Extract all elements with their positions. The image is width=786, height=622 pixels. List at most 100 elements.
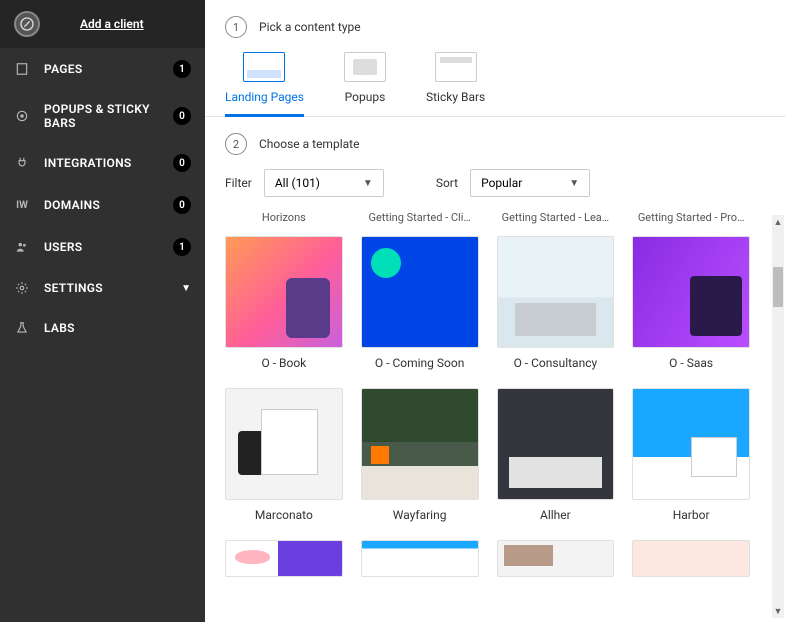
- sort-label: Sort: [436, 176, 458, 190]
- template-name: Wayfaring: [361, 508, 479, 522]
- content-type-tabs: Landing Pages Popups Sticky Bars: [205, 38, 786, 117]
- nav-badge: 1: [173, 60, 191, 78]
- main-content: 1 Pick a content type Landing Pages Popu…: [205, 0, 786, 622]
- globe-icon: IW: [14, 197, 30, 213]
- nav-label: PAGES: [44, 62, 173, 76]
- template-gallery[interactable]: Horizons Getting Started - Cli… Getting St…: [205, 211, 770, 622]
- chevron-down-icon: ▼: [181, 283, 191, 294]
- template-card[interactable]: O - Consultancy: [497, 236, 615, 370]
- step-label: Choose a template: [259, 137, 359, 151]
- template-card[interactable]: [632, 540, 750, 577]
- sidebar-item-popups-sticky-bars[interactable]: POPUPS & STICKY BARS 0: [0, 90, 205, 142]
- step-number: 1: [225, 16, 247, 38]
- sidebar-header: Add a client: [0, 0, 205, 48]
- template-thumbnail: [361, 236, 479, 348]
- nav-badge: 0: [173, 196, 191, 214]
- filter-select[interactable]: All (101) ▼: [264, 169, 384, 197]
- tab-landing-pages[interactable]: Landing Pages: [225, 52, 304, 117]
- template-gallery-wrap: Horizons Getting Started - Cli… Getting St…: [205, 211, 786, 622]
- template-grid: O - Book O - Coming Soon O - Consultancy O …: [225, 236, 750, 577]
- step-2-row: 2 Choose a template: [205, 117, 786, 155]
- sidebar-item-labs[interactable]: LABS: [0, 308, 205, 348]
- template-thumbnail: [632, 540, 750, 577]
- tab-label: Sticky Bars: [426, 90, 485, 104]
- nav-badge: 1: [173, 238, 191, 256]
- chevron-down-icon: ▼: [569, 178, 579, 189]
- template-name: Horizons: [225, 211, 343, 224]
- tab-thumb-icon: [435, 52, 477, 82]
- filter-value: All (101): [275, 176, 320, 190]
- sidebar-item-pages[interactable]: PAGES 1: [0, 48, 205, 90]
- template-thumbnail: [497, 236, 615, 348]
- template-card[interactable]: Allher: [497, 388, 615, 522]
- tab-sticky-bars[interactable]: Sticky Bars: [426, 52, 485, 116]
- sort-select[interactable]: Popular ▼: [470, 169, 590, 197]
- tab-label: Landing Pages: [225, 90, 304, 104]
- scrollbar-thumb[interactable]: [773, 267, 783, 307]
- step-number: 2: [225, 133, 247, 155]
- template-thumbnail: [632, 388, 750, 500]
- nav-label: DOMAINS: [44, 198, 173, 212]
- template-card[interactable]: O - Saas: [632, 236, 750, 370]
- scroll-down-icon[interactable]: ▼: [772, 604, 784, 618]
- template-thumbnail: [497, 388, 615, 500]
- filter-label: Filter: [225, 176, 252, 190]
- template-thumbnail: [361, 540, 479, 577]
- template-name: Harbor: [632, 508, 750, 522]
- scrollbar[interactable]: ▲ ▼: [772, 215, 784, 618]
- nav-label: INTEGRATIONS: [44, 156, 173, 170]
- template-card[interactable]: O - Book: [225, 236, 343, 370]
- template-name: O - Saas: [632, 356, 750, 370]
- users-icon: [14, 239, 30, 255]
- template-thumbnail: [225, 236, 343, 348]
- filters-row: Filter All (101) ▼ Sort Popular ▼: [205, 155, 786, 211]
- tab-thumb-icon: [243, 52, 285, 82]
- template-name: O - Coming Soon: [361, 356, 479, 370]
- template-thumbnail: [225, 540, 343, 577]
- nav-label: LABS: [44, 321, 191, 335]
- template-name: Getting Started - Pro…: [632, 211, 750, 224]
- template-card[interactable]: O - Coming Soon: [361, 236, 479, 370]
- template-name: Getting Started - Cli…: [361, 211, 479, 224]
- template-thumbnail: [225, 388, 343, 500]
- nav-label: POPUPS & STICKY BARS: [44, 102, 173, 130]
- scroll-up-icon[interactable]: ▲: [772, 215, 784, 229]
- template-name: Getting Started - Lea…: [497, 211, 615, 224]
- template-card[interactable]: [225, 540, 343, 577]
- sidebar: Add a client PAGES 1 POPUPS & STICKY BAR…: [0, 0, 205, 622]
- template-card[interactable]: Wayfaring: [361, 388, 479, 522]
- template-card[interactable]: [361, 540, 479, 577]
- step-label: Pick a content type: [259, 20, 361, 34]
- app-logo[interactable]: [14, 11, 40, 37]
- sort-value: Popular: [481, 176, 522, 190]
- plug-icon: [14, 155, 30, 171]
- gear-icon: [14, 280, 30, 296]
- sidebar-item-settings[interactable]: SETTINGS ▼: [0, 268, 205, 308]
- template-card[interactable]: [497, 540, 615, 577]
- template-name: Marconato: [225, 508, 343, 522]
- chevron-down-icon: ▼: [363, 178, 373, 189]
- add-client-link[interactable]: Add a client: [80, 17, 144, 31]
- flask-icon: [14, 320, 30, 336]
- pages-icon: [14, 61, 30, 77]
- template-thumbnail: [632, 236, 750, 348]
- template-name: O - Book: [225, 356, 343, 370]
- nav-label: USERS: [44, 240, 173, 254]
- tab-thumb-icon: [344, 52, 386, 82]
- nav-badge: 0: [173, 107, 191, 125]
- sidebar-item-users[interactable]: USERS 1: [0, 226, 205, 268]
- logo-icon: [19, 16, 35, 32]
- template-card[interactable]: Harbor: [632, 388, 750, 522]
- nav-badge: 0: [173, 154, 191, 172]
- sidebar-item-domains[interactable]: IW DOMAINS 0: [0, 184, 205, 226]
- nav-label: SETTINGS: [44, 281, 181, 295]
- template-thumbnail: [497, 540, 615, 577]
- tab-popups[interactable]: Popups: [344, 52, 386, 116]
- template-name: Allher: [497, 508, 615, 522]
- sidebar-item-integrations[interactable]: INTEGRATIONS 0: [0, 142, 205, 184]
- template-name: O - Consultancy: [497, 356, 615, 370]
- tab-label: Popups: [345, 90, 386, 104]
- template-thumbnail: [361, 388, 479, 500]
- template-card[interactable]: Marconato: [225, 388, 343, 522]
- partial-titles-row: Horizons Getting Started - Cli… Getting St…: [225, 211, 750, 224]
